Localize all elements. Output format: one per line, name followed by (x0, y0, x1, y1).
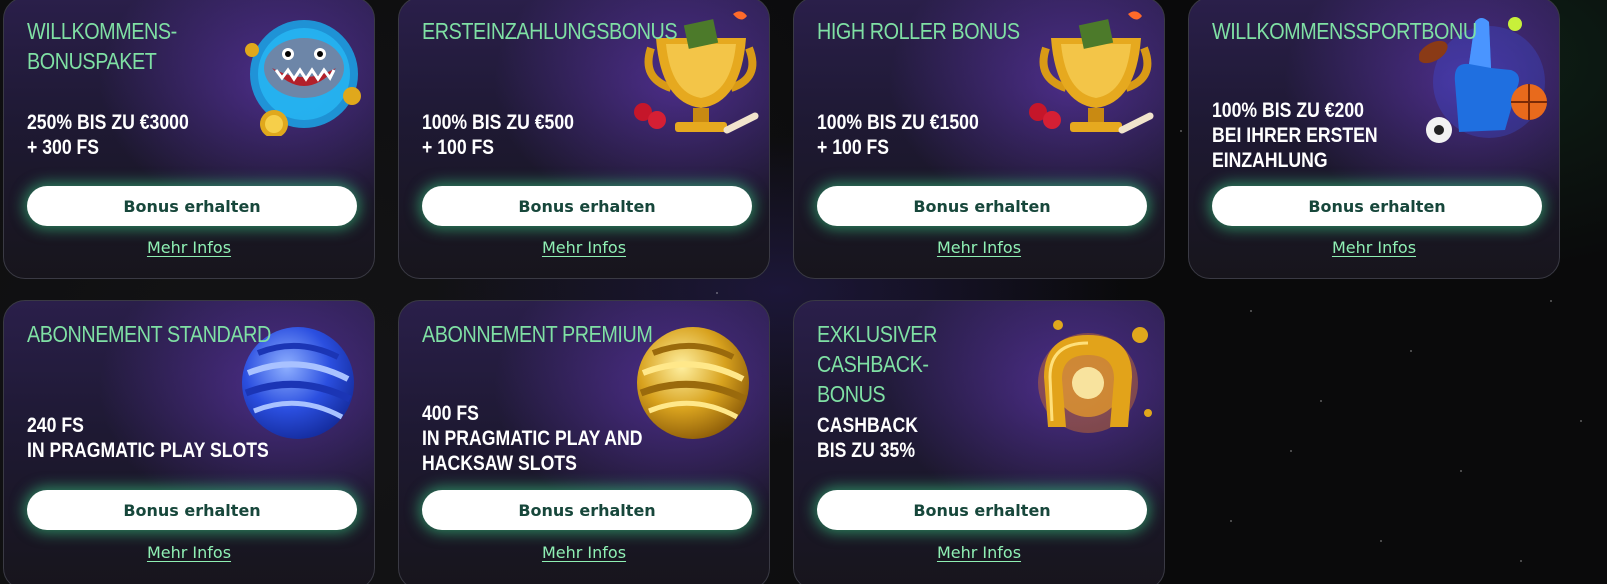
card-title: ABONNEMENT PREMIUM (422, 321, 653, 347)
more-info-link[interactable]: Mehr Infos (1189, 238, 1559, 257)
get-bonus-button[interactable]: Bonus erhalten (817, 186, 1147, 226)
bonus-card-welcome-package: WILLKOMMENS- BONUSPAKET 250% BIS ZU €3000… (3, 0, 375, 279)
bonus-card-welcome-sports: WILLKOMMENSSPORTBONU 100% BIS ZU €200 BE… (1188, 0, 1560, 279)
more-info-link[interactable]: Mehr Infos (399, 543, 769, 562)
get-bonus-button[interactable]: Bonus erhalten (422, 490, 752, 530)
card-title: HIGH ROLLER BONUS (817, 18, 1020, 44)
card-title: EXKLUSIVER CASHBACK- BONUS (817, 321, 937, 407)
get-bonus-button[interactable]: Bonus erhalten (27, 186, 357, 226)
bonus-card-subscription-standard: ABONNEMENT STANDARD 240 FS IN PRAGMATIC … (3, 300, 375, 584)
get-bonus-button[interactable]: Bonus erhalten (1212, 186, 1542, 226)
more-info-link[interactable]: Mehr Infos (4, 543, 374, 562)
get-bonus-button[interactable]: Bonus erhalten (817, 490, 1147, 530)
card-title: WILLKOMMENS- BONUSPAKET (27, 18, 177, 74)
card-offer: CASHBACK BIS ZU 35% (817, 414, 918, 462)
bonus-card-exclusive-cashback: EXKLUSIVER CASHBACK- BONUS CASHBACK BIS Z… (793, 300, 1165, 584)
card-offer: 100% BIS ZU €200 BEI IHRER ERSTEN EINZAH… (1212, 99, 1378, 172)
card-title: ERSTEINZAHLUNGSBONUS (422, 18, 678, 44)
get-bonus-button[interactable]: Bonus erhalten (27, 490, 357, 530)
card-offer: 100% BIS ZU €500 + 100 FS (422, 111, 574, 159)
card-offer: 400 FS IN PRAGMATIC PLAY AND HACKSAW SLO… (422, 402, 643, 475)
bonus-card-high-roller: HIGH ROLLER BONUS 100% BIS ZU €1500 + 10… (793, 0, 1165, 279)
card-offer: 100% BIS ZU €1500 + 100 FS (817, 111, 979, 159)
more-info-link[interactable]: Mehr Infos (794, 238, 1164, 257)
card-offer: 250% BIS ZU €3000 + 300 FS (27, 111, 189, 159)
bonus-card-subscription-premium: ABONNEMENT PREMIUM 400 FS IN PRAGMATIC P… (398, 300, 770, 584)
more-info-link[interactable]: Mehr Infos (4, 238, 374, 257)
more-info-link[interactable]: Mehr Infos (399, 238, 769, 257)
get-bonus-button[interactable]: Bonus erhalten (422, 186, 752, 226)
more-info-link[interactable]: Mehr Infos (794, 543, 1164, 562)
card-offer: 240 FS IN PRAGMATIC PLAY SLOTS (27, 414, 269, 462)
card-title: WILLKOMMENSSPORTBONU (1212, 18, 1477, 44)
bonus-card-first-deposit: ERSTEINZAHLUNGSBONUS 100% BIS ZU €500 + … (398, 0, 770, 279)
card-title: ABONNEMENT STANDARD (27, 321, 271, 347)
